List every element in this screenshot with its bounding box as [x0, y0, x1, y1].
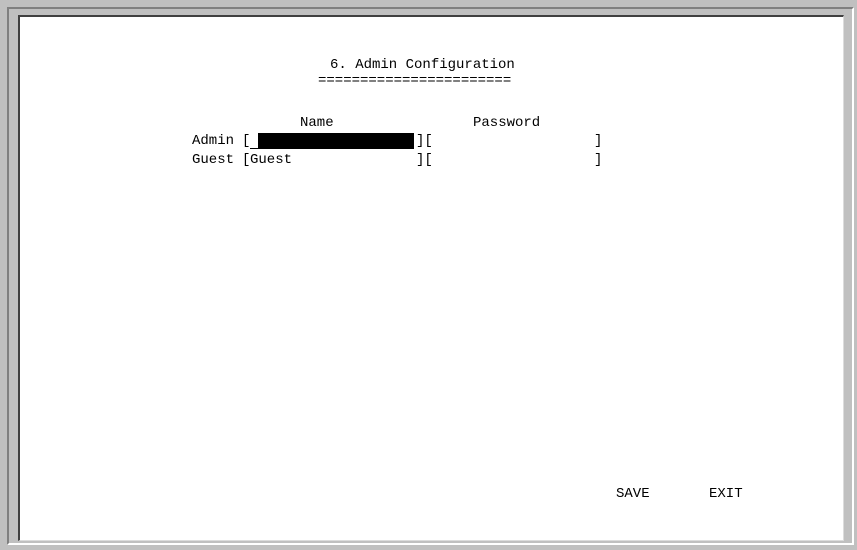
terminal-window: 6. Admin Configuration =================… [0, 0, 857, 550]
column-header-password: Password [473, 115, 541, 131]
title-underline: ======================= [318, 73, 512, 89]
admin-password-field[interactable] [434, 133, 594, 149]
save-button[interactable]: SAVE [616, 486, 650, 502]
password-close-bracket: ] [594, 152, 603, 168]
row-label-admin: Admin [192, 133, 235, 149]
row-label-guest: Guest [192, 152, 235, 168]
exit-button[interactable]: EXIT [709, 486, 743, 502]
admin-name-field[interactable]: Admin [250, 133, 414, 181]
column-header-name: Name [300, 115, 334, 131]
guest-name-field[interactable]: Guest [250, 152, 414, 168]
password-close-bracket: ] [594, 133, 603, 149]
guest-password-field[interactable] [434, 152, 594, 168]
page-title: 6. Admin Configuration [330, 57, 515, 73]
text-cursor [250, 133, 258, 148]
field-separator: ][ [416, 152, 433, 168]
terminal-screen: 6. Admin Configuration =================… [18, 15, 844, 541]
field-separator: ][ [416, 133, 433, 149]
